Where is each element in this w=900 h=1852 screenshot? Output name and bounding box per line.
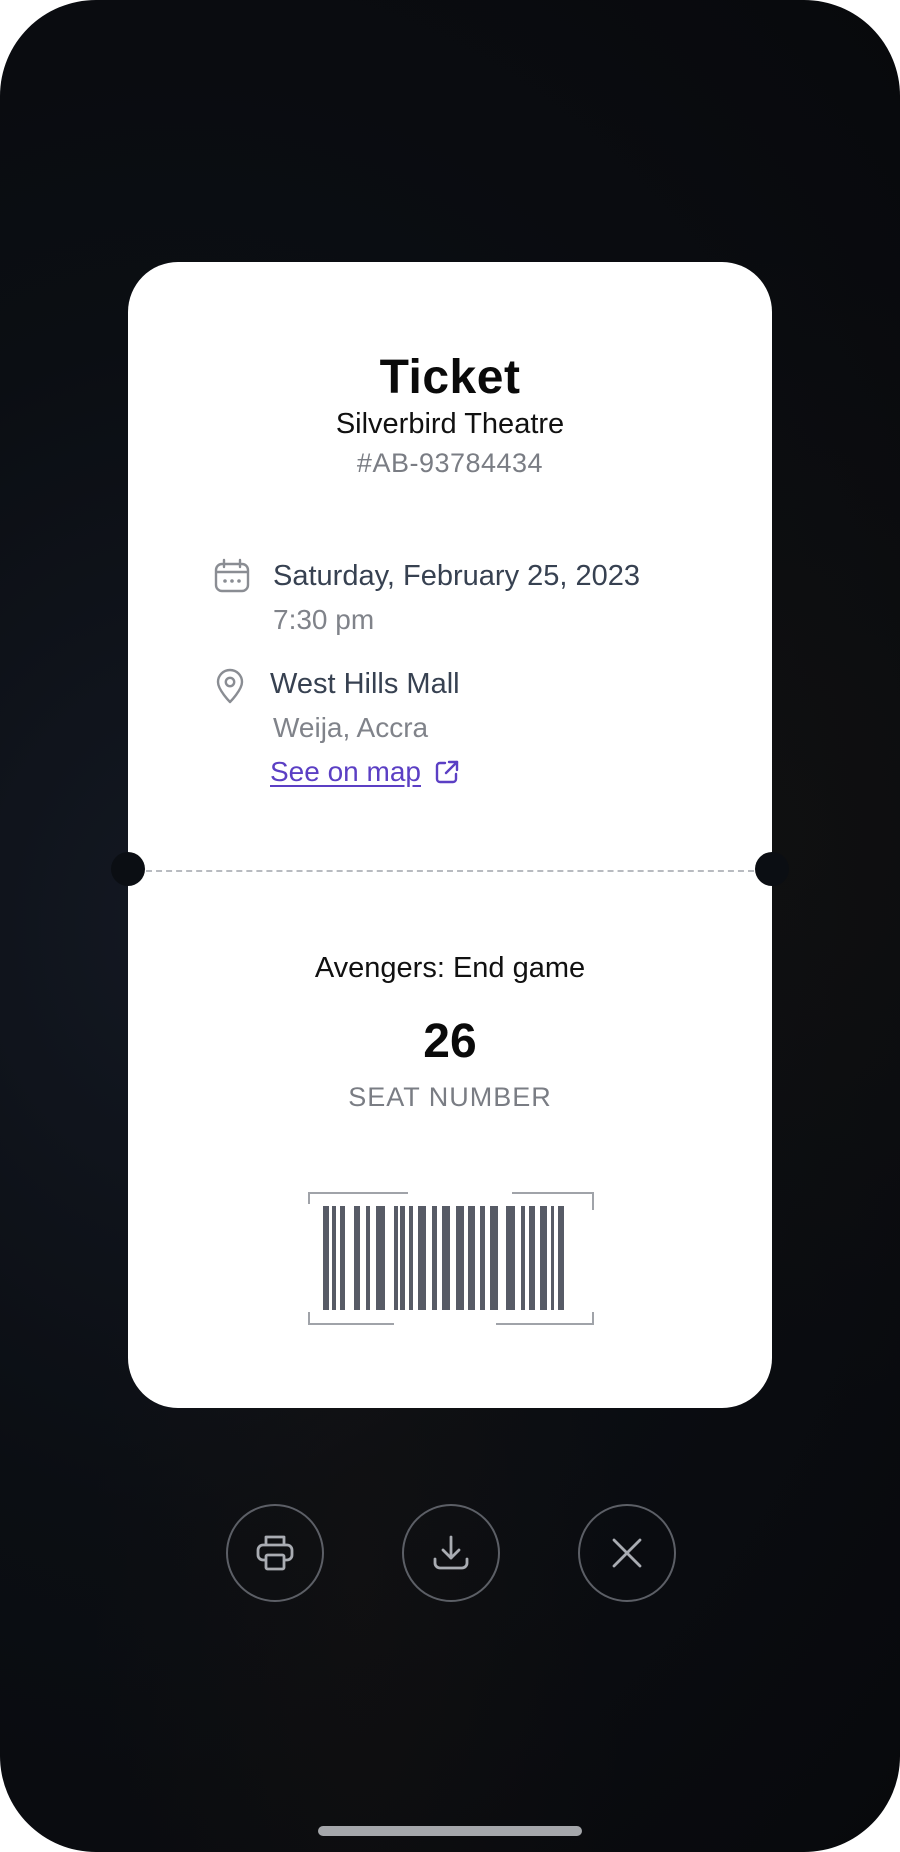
barcode (308, 1192, 594, 1325)
seat-number: 26 (423, 1015, 477, 1068)
event-area: Weija, Accra (273, 712, 429, 743)
event-date: Saturday, February 25, 2023 (273, 560, 641, 592)
close-button[interactable] (578, 1504, 676, 1602)
action-bar (0, 1504, 900, 1602)
home-indicator[interactable] (318, 1826, 582, 1836)
printer-icon (256, 1535, 294, 1571)
calendar-icon (214, 558, 250, 593)
ticket-card: Ticket Silverbird Theatre #AB-93784434 S… (128, 262, 772, 1408)
ticket-notch-right (755, 852, 789, 886)
phone-screen: Ticket Silverbird Theatre #AB-93784434 S… (0, 0, 900, 1852)
movie-title: Avengers: End game (314, 952, 586, 984)
event-location: West Hills Mall (270, 668, 460, 700)
ticket-perforation (146, 870, 754, 872)
venue-name: Silverbird Theatre (335, 408, 565, 440)
download-button[interactable] (402, 1504, 500, 1602)
external-link-icon (435, 760, 459, 784)
see-on-map-label: See on map (270, 756, 421, 787)
close-icon (612, 1538, 642, 1568)
event-time: 7:30 pm (273, 604, 375, 635)
map-pin-icon (216, 668, 244, 704)
seat-number-label: SEAT NUMBER (348, 1082, 552, 1112)
print-button[interactable] (226, 1504, 324, 1602)
ticket-title: Ticket (379, 351, 521, 404)
see-on-map-link[interactable]: See on map (270, 756, 461, 788)
ticket-notch-left (111, 852, 145, 886)
ticket-id: #AB-93784434 (356, 448, 544, 478)
download-icon (433, 1535, 469, 1570)
